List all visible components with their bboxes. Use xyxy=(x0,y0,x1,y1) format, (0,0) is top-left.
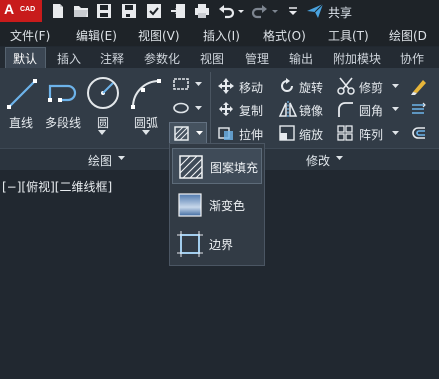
move-icon[interactable] xyxy=(218,78,234,94)
new-file-icon[interactable] xyxy=(50,3,66,19)
hatch-button[interactable] xyxy=(169,122,207,144)
stretch-tool-label[interactable]: 拉伸 xyxy=(239,126,263,143)
flyout-item-hatch[interactable]: 图案填充 xyxy=(172,148,262,184)
arc-dropdown-icon[interactable] xyxy=(142,130,150,136)
ellipse-icon[interactable] xyxy=(173,102,189,114)
redo-icon[interactable] xyxy=(251,3,268,19)
tab-default[interactable]: 默认 xyxy=(13,50,37,67)
tab-output[interactable]: 输出 xyxy=(289,50,313,67)
trim-icon[interactable] xyxy=(337,77,355,95)
circle-icon[interactable] xyxy=(86,76,120,110)
fillet-icon[interactable] xyxy=(337,101,353,117)
rotate-icon[interactable] xyxy=(279,78,295,94)
open-folder-icon[interactable] xyxy=(73,3,89,19)
menu-draw[interactable]: 绘图(D xyxy=(389,27,427,44)
draw-panel-title[interactable]: 绘图 xyxy=(88,152,112,169)
modify-panel-title[interactable]: 修改 xyxy=(306,152,330,169)
fillet-dropdown-icon[interactable] xyxy=(392,107,399,112)
save-as-icon[interactable] xyxy=(121,3,137,19)
array-icon[interactable] xyxy=(337,125,353,141)
menu-insert[interactable]: 插入(I) xyxy=(203,27,240,44)
print-icon[interactable] xyxy=(194,3,210,19)
tab-collaborate[interactable]: 协作 xyxy=(400,50,424,67)
copy-icon[interactable] xyxy=(218,101,234,117)
flyout-item-gradient[interactable]: 渐变色 xyxy=(172,187,262,223)
explode-icon[interactable] xyxy=(410,102,426,116)
hatch-dropdown-icon[interactable] xyxy=(196,131,203,136)
modify-panel-expand-icon[interactable] xyxy=(336,156,343,161)
app-logo[interactable]: A CAD xyxy=(0,0,42,22)
offset-icon[interactable] xyxy=(410,126,426,140)
erase-icon[interactable] xyxy=(410,77,428,95)
fillet-tool-label[interactable]: 圆角 xyxy=(359,102,383,119)
panel-separator xyxy=(210,72,211,148)
arc-icon[interactable] xyxy=(130,78,164,110)
ellipse-dropdown-icon[interactable] xyxy=(195,106,202,111)
tab-insert[interactable]: 插入 xyxy=(57,50,81,67)
scale-icon[interactable] xyxy=(279,125,295,141)
viewport-controls[interactable]: [−][俯视][二维线框] xyxy=(2,178,112,195)
import-icon[interactable] xyxy=(170,3,186,19)
hatch-icon xyxy=(174,126,189,141)
flyout-gradient-label: 渐变色 xyxy=(209,199,246,213)
menu-file[interactable]: 文件(F) xyxy=(10,27,50,44)
copy-tool-label[interactable]: 复制 xyxy=(239,102,263,119)
array-tool-label[interactable]: 阵列 xyxy=(359,126,383,143)
mirror-tool-label[interactable]: 镜像 xyxy=(299,102,323,119)
tab-addins[interactable]: 附加模块 xyxy=(333,50,381,67)
hatch-icon xyxy=(179,155,203,179)
line-icon[interactable] xyxy=(6,78,38,110)
circle-dropdown-icon[interactable] xyxy=(98,130,106,136)
ribbon-tab-bar: 默认 插入 注释 参数化 视图 管理 输出 附加模块 协作 xyxy=(0,47,439,68)
array-dropdown-icon[interactable] xyxy=(392,131,399,136)
boundary-icon xyxy=(177,231,203,257)
arc-tool-label[interactable]: 圆弧 xyxy=(134,114,158,131)
rectangle-icon[interactable] xyxy=(173,77,189,91)
customize-toolbar-icon[interactable] xyxy=(288,3,298,19)
polyline-icon[interactable] xyxy=(48,78,80,110)
stretch-icon[interactable] xyxy=(218,125,234,141)
hatch-flyout-menu: 图案填充 渐变色 边界 xyxy=(169,143,265,266)
share-label[interactable]: 共享 xyxy=(328,4,352,21)
tab-manage[interactable]: 管理 xyxy=(245,50,269,67)
undo-icon[interactable] xyxy=(218,3,235,19)
menu-format[interactable]: 格式(O) xyxy=(263,27,306,44)
circle-tool-label[interactable]: 圆 xyxy=(97,114,109,131)
undo-dropdown-icon[interactable] xyxy=(237,3,245,19)
rectangle-dropdown-icon[interactable] xyxy=(195,82,202,87)
trim-dropdown-icon[interactable] xyxy=(392,84,399,89)
scale-tool-label[interactable]: 缩放 xyxy=(299,126,323,143)
menu-bar: 文件(F) 编辑(E) 视图(V) 插入(I) 格式(O) 工具(T) 绘图(D xyxy=(0,24,439,46)
polyline-tool-label[interactable]: 多段线 xyxy=(45,114,81,131)
quick-access-toolbar: A CAD 共享 xyxy=(0,0,439,24)
flyout-hatch-label: 图案填充 xyxy=(210,161,259,175)
trim-tool-label[interactable]: 修剪 xyxy=(359,79,383,96)
redo-dropdown-icon[interactable] xyxy=(271,3,279,19)
tab-view[interactable]: 视图 xyxy=(200,50,224,67)
menu-tools[interactable]: 工具(T) xyxy=(328,27,369,44)
flyout-boundary-label: 边界 xyxy=(209,238,234,252)
save-icon[interactable] xyxy=(96,3,112,19)
gradient-icon xyxy=(178,193,202,217)
tab-annotate[interactable]: 注释 xyxy=(100,50,124,67)
rotate-tool-label[interactable]: 旋转 xyxy=(299,79,323,96)
menu-view[interactable]: 视图(V) xyxy=(138,27,180,44)
move-tool-label[interactable]: 移动 xyxy=(239,79,263,96)
draw-panel-expand-icon[interactable] xyxy=(118,156,125,161)
cloud-open-icon[interactable] xyxy=(146,3,162,19)
flyout-item-boundary[interactable]: 边界 xyxy=(172,226,262,262)
share-icon[interactable] xyxy=(306,3,324,19)
mirror-icon[interactable] xyxy=(278,101,298,117)
tab-parametric[interactable]: 参数化 xyxy=(144,50,180,67)
line-tool-label[interactable]: 直线 xyxy=(9,114,33,131)
menu-edit[interactable]: 编辑(E) xyxy=(76,27,117,44)
